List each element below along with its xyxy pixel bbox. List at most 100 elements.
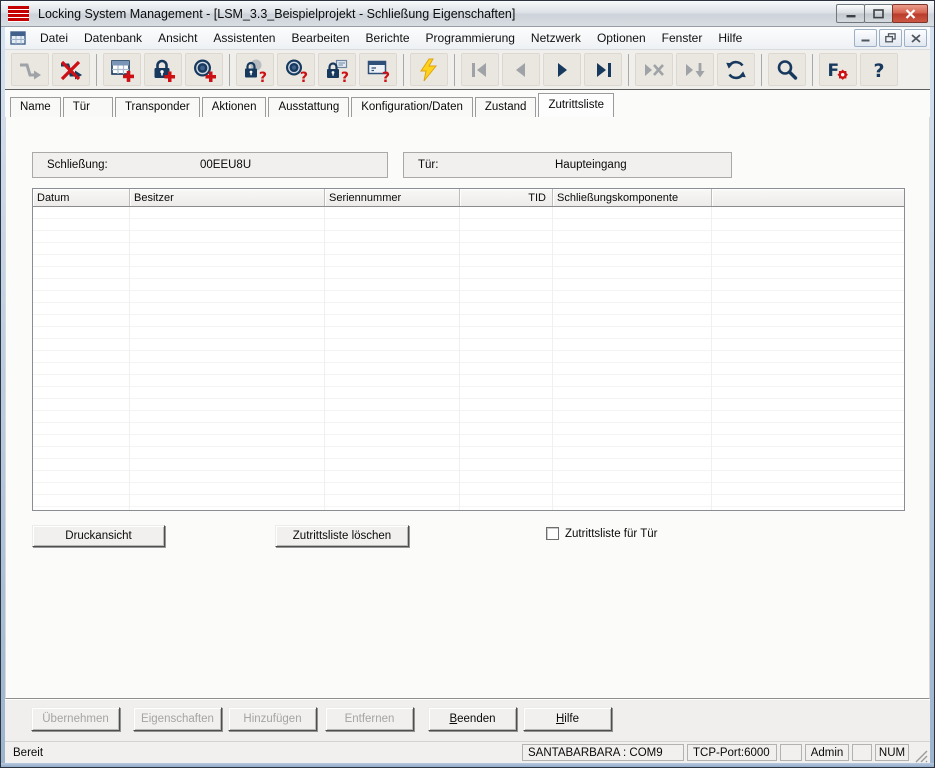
column-header-datum[interactable]: Datum (33, 189, 130, 206)
table-header: Datum Besitzer Seriennummer TID Schließu… (33, 189, 904, 207)
new-locking-system-icon (109, 57, 135, 83)
read-lock-button[interactable]: ? (236, 53, 274, 86)
hilfe-button[interactable]: Hilfe (523, 707, 612, 731)
logout-button[interactable] (52, 53, 90, 86)
menu-datei[interactable]: Datei (32, 28, 76, 48)
previous-record-button[interactable] (502, 53, 540, 86)
tab-ausstattung[interactable]: Ausstattung (268, 97, 349, 117)
table-column (325, 207, 460, 510)
mdi-close-button[interactable] (904, 29, 927, 47)
hinzufuegen-button[interactable]: Hinzufügen (228, 707, 317, 731)
svg-text:F: F (828, 61, 840, 81)
refresh-icon (723, 57, 749, 83)
menu-fenster[interactable]: Fenster (654, 28, 711, 48)
table-column (33, 207, 130, 510)
eigenschaften-button[interactable]: Eigenschaften (133, 707, 222, 731)
maximize-button[interactable] (864, 4, 893, 23)
svg-text:?: ? (259, 70, 267, 83)
menu-datenbank[interactable]: Datenbank (76, 28, 150, 48)
previous-record-icon (508, 57, 534, 83)
clear-access-list-button[interactable]: Zutrittsliste löschen (275, 525, 409, 547)
tab-zustand[interactable]: Zustand (475, 97, 537, 117)
column-header-besitzer[interactable]: Besitzer (130, 189, 325, 206)
lock-field-label: Schließung: (33, 159, 108, 171)
close-icon (905, 9, 916, 19)
search-icon (774, 57, 800, 83)
window-bottom-edge (1, 763, 934, 767)
column-header-empty[interactable] (712, 189, 904, 206)
column-header-tid[interactable]: TID (460, 189, 553, 206)
read-lock-network-icon: ? (324, 57, 350, 83)
tab-aktionen[interactable]: Aktionen (202, 97, 267, 117)
mdi-minimize-button[interactable] (854, 29, 877, 47)
entfernen-button[interactable]: Entfernen (325, 707, 414, 731)
toolbar-separator (454, 54, 455, 86)
mdi-restore-button[interactable] (879, 29, 902, 47)
svg-text:?: ? (341, 70, 349, 83)
access-list-for-door-checkbox[interactable] (546, 527, 559, 540)
uebernehmen-button[interactable]: Übernehmen (31, 707, 120, 731)
column-header-schliessungskomponente[interactable]: Schließungskomponente (553, 189, 712, 206)
read-lock-network-button[interactable]: ? (318, 53, 356, 86)
refresh-button[interactable] (717, 53, 755, 86)
menu-berichte[interactable]: Berichte (358, 28, 418, 48)
statusbar-empty-segment (852, 744, 872, 761)
print-view-button[interactable]: Druckansicht (32, 525, 165, 547)
next-record-button[interactable] (543, 53, 581, 86)
client-area: Name Tür Transponder Aktionen Ausstattun… (5, 90, 930, 741)
document-icon (10, 31, 26, 45)
tab-tuer[interactable]: Tür (63, 97, 113, 117)
new-lock-button[interactable] (144, 53, 182, 86)
last-record-icon (590, 57, 616, 83)
filter-settings-button[interactable]: F (819, 53, 857, 86)
resize-grip[interactable] (912, 747, 928, 763)
search-button[interactable] (768, 53, 806, 86)
menu-optionen[interactable]: Optionen (589, 28, 654, 48)
help-button[interactable]: ? (860, 53, 898, 86)
menu-hilfe[interactable]: Hilfe (710, 28, 750, 48)
window-title: Locking System Management - [LSM_3.3_Bei… (38, 7, 515, 21)
toolbar-separator (403, 54, 404, 86)
close-button[interactable] (892, 4, 928, 23)
menu-bearbeiten[interactable]: Bearbeiten (283, 28, 357, 48)
first-record-button[interactable] (461, 53, 499, 86)
beenden-button[interactable]: Beenden (428, 707, 517, 731)
new-transponder-button[interactable] (185, 53, 223, 86)
read-lock-icon: ? (242, 57, 268, 83)
access-list-table: Datum Besitzer Seriennummer TID Schließu… (32, 188, 905, 511)
app-window: Locking System Management - [LSM_3.3_Bei… (0, 0, 935, 768)
menu-ansicht[interactable]: Ansicht (150, 28, 205, 48)
column-header-seriennummer[interactable]: Seriennummer (325, 189, 460, 206)
table-column (553, 207, 712, 510)
new-lock-icon (150, 57, 176, 83)
menu-assistenten[interactable]: Assistenten (205, 28, 283, 48)
menu-netzwerk[interactable]: Netzwerk (523, 28, 589, 48)
access-list-for-door-label: Zutrittsliste für Tür (565, 528, 657, 540)
menu-programmierung[interactable]: Programmierung (418, 28, 523, 48)
svg-text:?: ? (300, 70, 308, 83)
statusbar-station-port: SANTABARBARA : COM9 (522, 744, 684, 761)
first-record-icon (467, 57, 493, 83)
table-column (712, 207, 904, 510)
record-cancel-button[interactable] (635, 53, 673, 86)
titlebar: Locking System Management - [LSM_3.3_Bei… (1, 1, 934, 27)
minimize-button[interactable] (836, 4, 865, 23)
footer-button-bar: Übernehmen Eigenschaften Hinzufügen Entf… (5, 699, 930, 741)
record-jump-button[interactable] (676, 53, 714, 86)
last-record-button[interactable] (584, 53, 622, 86)
tab-zutrittsliste[interactable]: Zutrittsliste (538, 93, 614, 117)
tab-transponder[interactable]: Transponder (115, 97, 200, 117)
program-button[interactable] (410, 53, 448, 86)
tab-name[interactable]: Name (10, 97, 61, 117)
tab-konfiguration-daten[interactable]: Konfiguration/Daten (351, 97, 473, 117)
svg-text:?: ? (382, 70, 390, 83)
menubar: Datei Datenbank Ansicht Assistenten Bear… (5, 27, 930, 50)
statusbar-empty-segment (780, 744, 802, 761)
login-button[interactable] (11, 53, 49, 86)
read-transponder-button[interactable]: ? (277, 53, 315, 86)
new-locking-system-button[interactable] (103, 53, 141, 86)
resize-grip-icon (912, 747, 928, 763)
toolbar-separator (229, 54, 230, 86)
read-reader-button[interactable]: ? (359, 53, 397, 86)
toolbar-separator (761, 54, 762, 86)
